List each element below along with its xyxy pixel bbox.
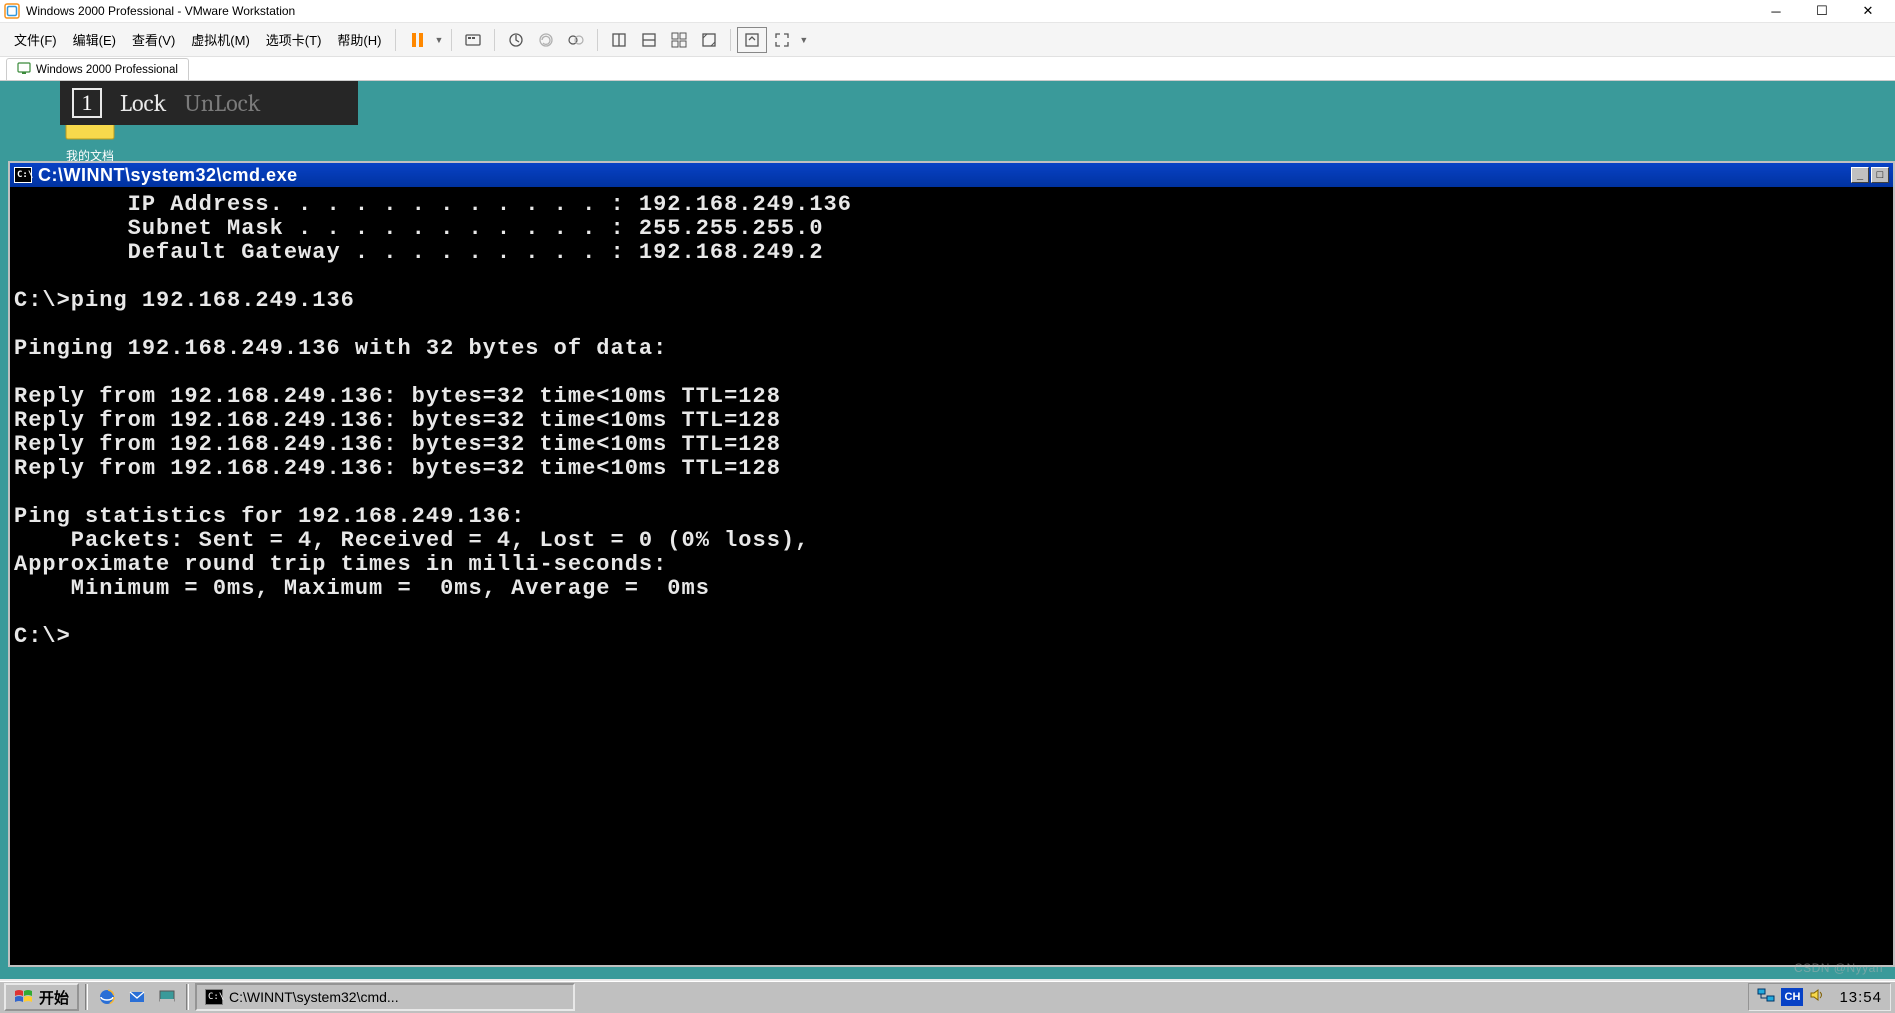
overlay-lock-button[interactable]: Lock [120,89,166,117]
pause-dropdown-arrow[interactable]: ▼ [432,35,445,45]
watermark-text: CSDN @Nyyan [1794,961,1883,975]
tray-ime-indicator[interactable]: CH [1781,988,1803,1006]
menu-file[interactable]: 文件(F) [6,26,65,53]
stretch-guest-button[interactable] [767,27,797,53]
start-label: 开始 [39,987,69,1008]
menu-view[interactable]: 查看(V) [124,26,183,53]
taskbar-task-cmd[interactable]: C:\ C:\WINNT\system32\cmd... [195,983,575,1011]
cmd-title-text: C:\WINNT\system32\cmd.exe [38,165,1851,186]
cmd-window[interactable]: C:\ C:\WINNT\system32\cmd.exe _ □ IP Add… [8,161,1895,967]
outer-maximize-button[interactable]: ☐ [1799,0,1845,23]
vmware-tabbar: Windows 2000 Professional [0,57,1895,81]
cmd-minimize-button[interactable]: _ [1851,167,1869,183]
tray-clock[interactable]: 13:54 [1839,989,1882,1006]
cmd-titlebar[interactable]: C:\ C:\WINNT\system32\cmd.exe _ □ [10,163,1893,187]
lock-overlay: 1 Lock UnLock [60,81,358,125]
vm-tab[interactable]: Windows 2000 Professional [6,58,189,80]
quicklaunch-outlook[interactable] [124,984,150,1010]
windows-flag-icon [14,988,34,1006]
enter-fullscreen-button[interactable] [737,27,767,53]
snapshot-revert-button[interactable] [531,27,561,53]
vm-tab-label: Windows 2000 Professional [36,64,178,76]
pause-vm-button[interactable] [402,27,432,53]
vmware-menubar: 文件(F) 编辑(E) 查看(V) 虚拟机(M) 选项卡(T) 帮助(H) ▼ … [0,23,1895,57]
snapshot-take-button[interactable] [501,27,531,53]
cmd-maximize-button[interactable]: □ [1871,167,1889,183]
cmd-output[interactable]: IP Address. . . . . . . . . . . . : 192.… [10,187,1893,965]
outer-minimize-button[interactable]: ─ [1753,0,1799,23]
vmware-app-icon [4,3,20,19]
menu-vm[interactable]: 虚拟机(M) [183,26,258,53]
menu-edit[interactable]: 编辑(E) [65,26,124,53]
tray-volume-icon[interactable] [1809,987,1827,1008]
task-cmd-label: C:\WINNT\system32\cmd... [229,989,399,1005]
menu-help[interactable]: 帮助(H) [329,26,389,53]
overlay-number: 1 [72,88,102,118]
view-console-button[interactable] [634,27,664,53]
cmd-icon: C:\ [14,167,32,183]
task-cmd-icon: C:\ [205,989,223,1005]
system-tray: CH 13:54 [1748,983,1891,1011]
quicklaunch-desktop[interactable] [154,984,180,1010]
view-single-button[interactable] [604,27,634,53]
quicklaunch-ie[interactable] [94,984,120,1010]
view-unity-button[interactable] [694,27,724,53]
stretch-dropdown-arrow[interactable]: ▼ [797,35,810,45]
vmware-title-text: Windows 2000 Professional - VMware Works… [26,4,1753,18]
menu-tabs[interactable]: 选项卡(T) [258,26,330,53]
view-thumbnail-button[interactable] [664,27,694,53]
outer-close-button[interactable]: ✕ [1845,0,1891,23]
send-ctrl-alt-del-button[interactable] [458,27,488,53]
tray-network-icon[interactable] [1757,987,1775,1008]
guest-taskbar: 开始 C:\ C:\WINNT\system32\cmd... CH 13:54 [0,979,1895,1013]
start-button[interactable]: 开始 [4,983,79,1011]
overlay-unlock-button[interactable]: UnLock [184,89,260,117]
vm-tab-icon [17,61,31,78]
guest-desktop[interactable]: 我的文档 1 Lock UnLock C:\ C:\WINNT\system32… [0,81,1895,1013]
snapshot-manage-button[interactable] [561,27,591,53]
vmware-titlebar: Windows 2000 Professional - VMware Works… [0,0,1895,23]
